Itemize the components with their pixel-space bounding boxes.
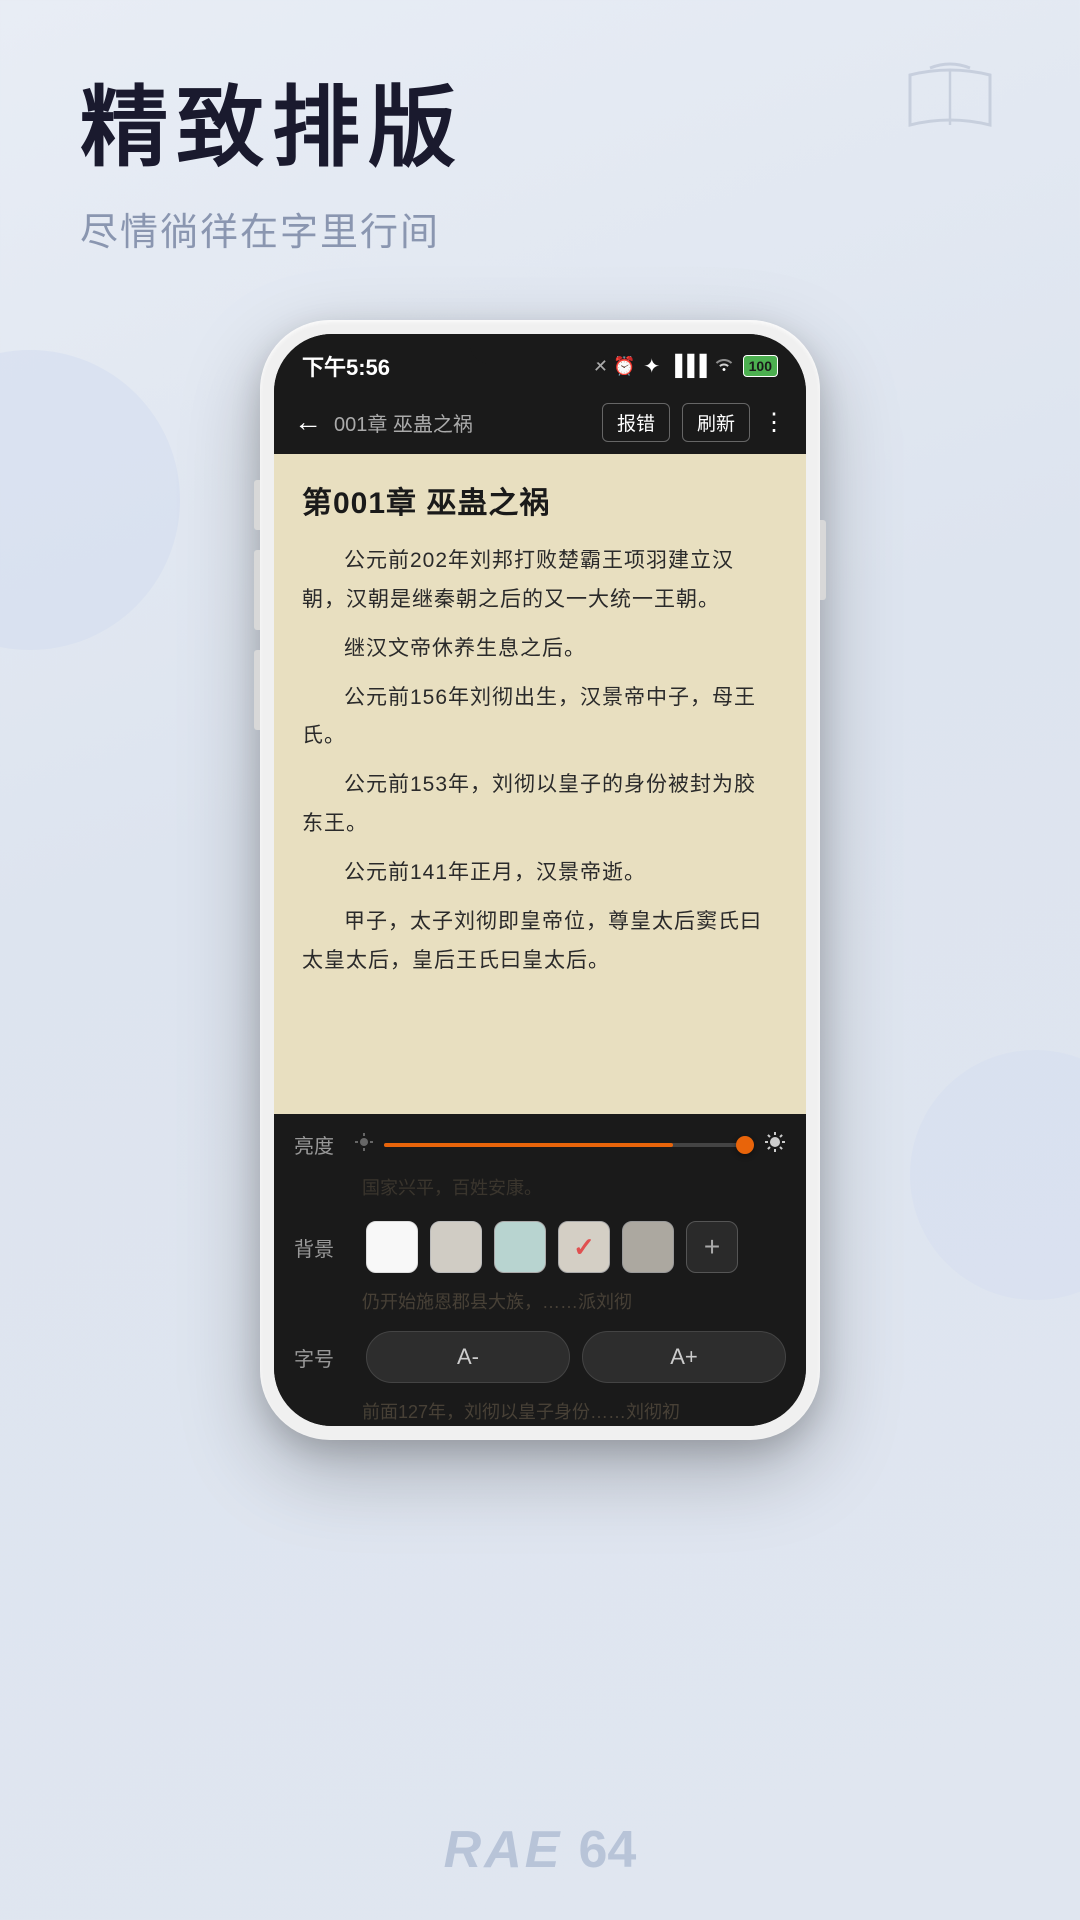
battery-indicator: 100 <box>743 355 778 377</box>
rae-number: 64 <box>578 1820 636 1880</box>
report-button[interactable]: 报错 <box>602 403 670 442</box>
background-label: 背景 <box>294 1233 354 1262</box>
font-size-row: 字号 A- A+ <box>294 1331 786 1383</box>
font-size-controls: A- A+ <box>366 1331 786 1383</box>
bg-decoration-right <box>910 1050 1080 1300</box>
overlay-text-1: 国家兴平，百姓安康。 <box>362 1173 786 1211</box>
brightness-label: 亮度 <box>294 1130 354 1159</box>
font-size-label: 字号 <box>294 1343 354 1372</box>
swatch-gray1[interactable] <box>430 1221 482 1273</box>
top-section: 精致排版 尽情徜徉在字里行间 <box>0 0 1080 296</box>
paragraph-1: 公元前202年刘邦打败楚霸王项羽建立汉朝，汉朝是继秦朝之后的又一大统一王朝。 <box>302 542 778 620</box>
more-button[interactable]: ⋮ <box>762 408 786 437</box>
brightness-slider[interactable] <box>384 1143 754 1147</box>
volume-up-button <box>254 550 260 630</box>
font-decrease-button[interactable]: A- <box>366 1331 570 1383</box>
brightness-thumb <box>736 1136 754 1154</box>
page-title: 精致排版 <box>80 80 1000 177</box>
settings-panel: 亮度 <box>274 1114 806 1426</box>
power-button <box>820 520 826 600</box>
swatch-white[interactable] <box>366 1221 418 1273</box>
volume-down-button <box>254 650 260 730</box>
status-icons: ✕ ⏰ ✦ ▐▐▐ 100 <box>593 354 778 379</box>
brightness-fill <box>384 1143 673 1147</box>
book-text: 公元前202年刘邦打败楚霸王项羽建立汉朝，汉朝是继秦朝之后的又一大统一王朝。 继… <box>302 542 778 980</box>
phone-mockup: 下午5:56 ✕ ⏰ ✦ ▐▐▐ 100 <box>260 320 820 1440</box>
swatch-teal[interactable] <box>494 1221 546 1273</box>
brightness-bright-icon <box>764 1131 786 1159</box>
paragraph-4: 公元前153年，刘彻以皇子的身份被封为胶东王。 <box>302 766 778 844</box>
paragraph-5: 公元前141年正月，汉景帝逝。 <box>302 854 778 893</box>
brightness-dim-icon <box>354 1132 374 1158</box>
book-content: 第001章 巫蛊之祸 公元前202年刘邦打败楚霸王项羽建立汉朝，汉朝是继秦朝之后… <box>274 454 806 1114</box>
overlay-text-3: 前面127年，刘彻以皇子身份……刘彻初 <box>362 1397 786 1426</box>
brightness-row: 亮度 <box>294 1130 786 1159</box>
nav-bar[interactable]: ← 001章 巫蛊之祸 报错 刷新 ⋮ <box>274 390 806 454</box>
refresh-button[interactable]: 刷新 <box>682 403 750 442</box>
page-subtitle: 尽情徜徉在字里行间 <box>80 201 1000 256</box>
swatch-dark-gray[interactable] <box>622 1221 674 1273</box>
background-swatches: ✓ + <box>366 1221 786 1273</box>
paragraph-2: 继汉文帝休养生息之后。 <box>302 630 778 669</box>
book-icon-container <box>900 60 1000 145</box>
swatch-add[interactable]: + <box>686 1221 738 1273</box>
signal-icon: ▐▐▐ <box>668 355 705 378</box>
swatch-selected[interactable]: ✓ <box>558 1221 610 1273</box>
rae-logo: RAE <box>444 1820 563 1880</box>
silent-switch <box>254 480 260 530</box>
phone-screen: 下午5:56 ✕ ⏰ ✦ ▐▐▐ 100 <box>274 334 806 1426</box>
phone-shell: 下午5:56 ✕ ⏰ ✦ ▐▐▐ 100 <box>260 320 820 1440</box>
book-icon <box>900 60 1000 140</box>
bottom-watermark: RAE 64 <box>444 1820 637 1880</box>
overlay-text-2: 仍开始施恩郡县大族，……派刘彻 <box>362 1287 786 1323</box>
chapter-title: 第001章 巫蛊之祸 <box>302 478 778 522</box>
back-button[interactable]: ← <box>294 406 322 438</box>
phone-notch <box>470 334 610 364</box>
status-time: 下午5:56 <box>302 350 390 382</box>
paragraph-6: 甲子，太子刘彻即皇帝位，尊皇太后窦氏曰太皇太后，皇后王氏曰皇太后。 <box>302 903 778 981</box>
checkmark-icon: ✓ <box>573 1232 595 1263</box>
wifi-icon <box>713 354 735 378</box>
nav-title: 001章 巫蛊之祸 <box>334 408 590 437</box>
bluetooth-icon: ✦ <box>643 354 660 379</box>
font-increase-button[interactable]: A+ <box>582 1331 786 1383</box>
paragraph-3: 公元前156年刘彻出生，汉景帝中子，母王氏。 <box>302 679 778 757</box>
bg-decoration-left <box>0 350 180 650</box>
background-row: 背景 ✓ + <box>294 1221 786 1273</box>
